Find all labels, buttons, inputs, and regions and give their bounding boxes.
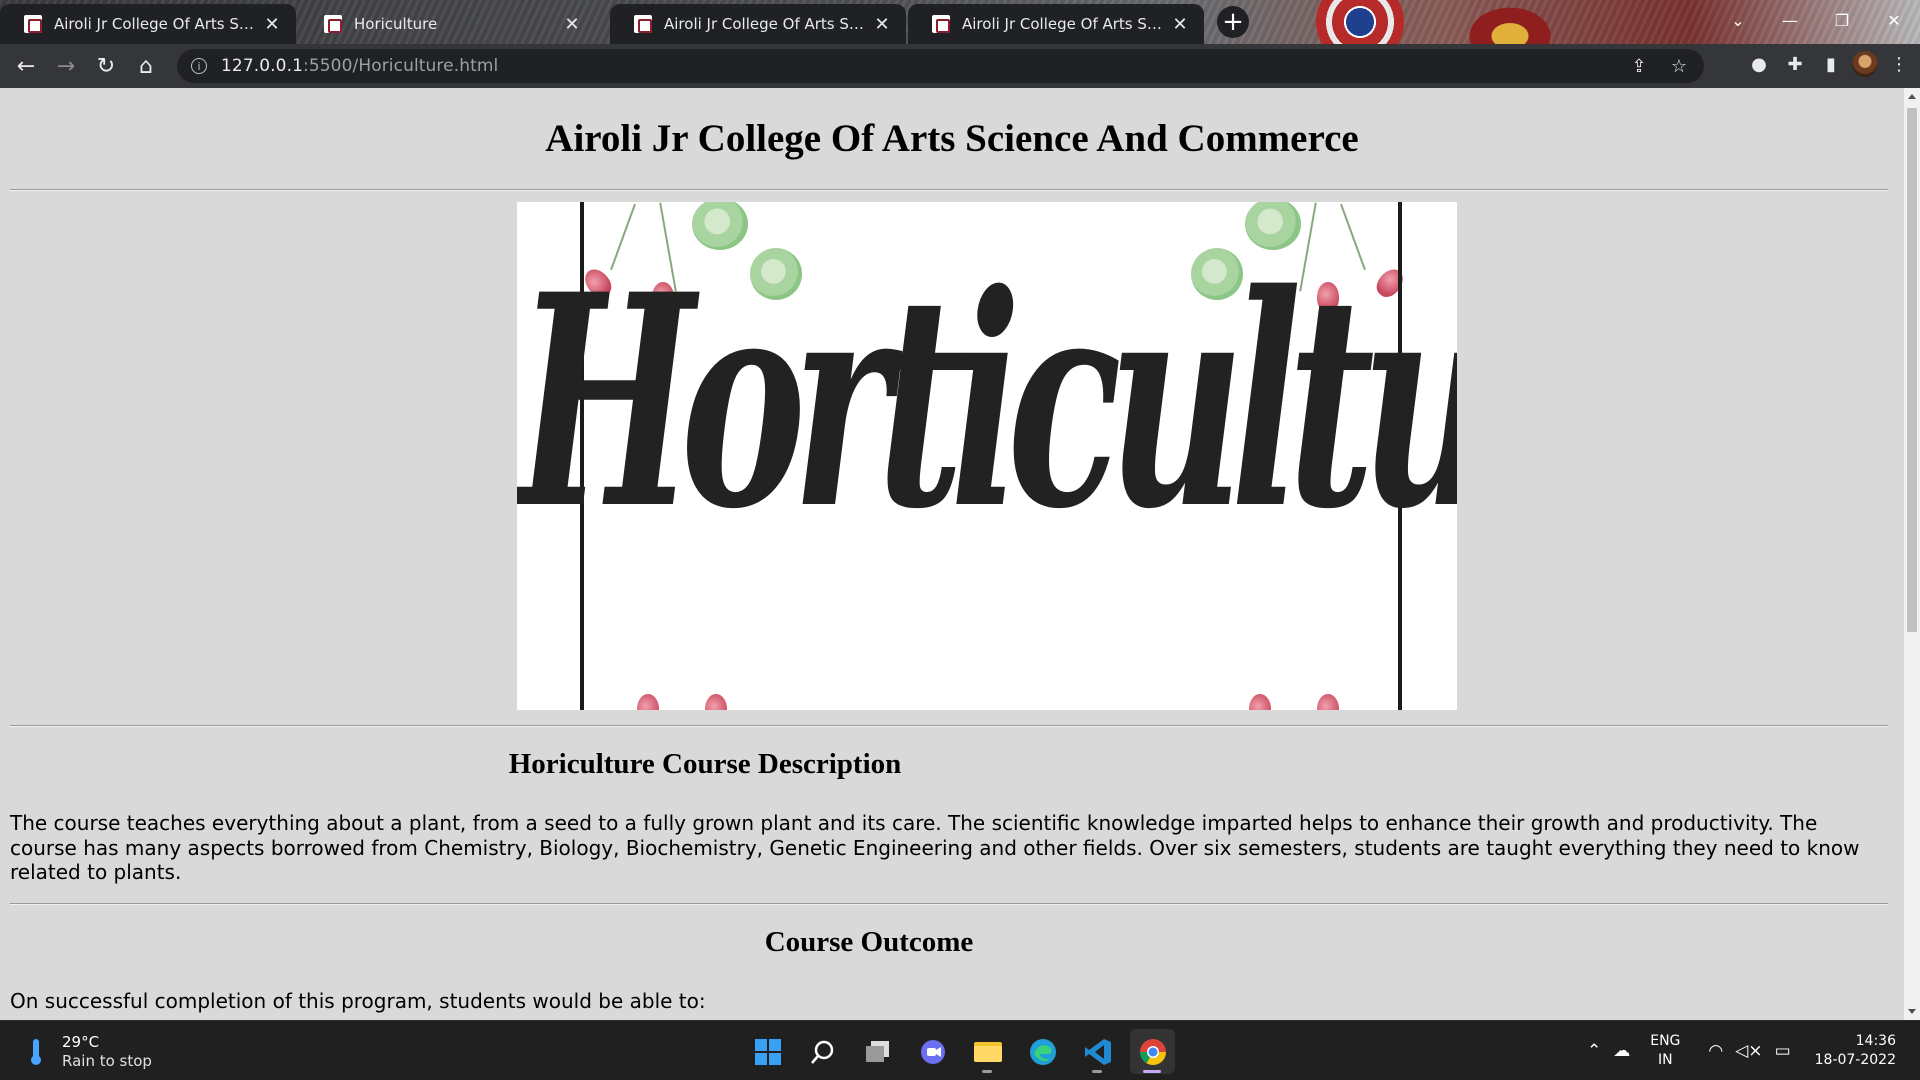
- tab-horiculture[interactable]: Horiculture ✕: [300, 4, 596, 44]
- task-view-icon[interactable]: [855, 1029, 900, 1074]
- browser-toolbar: ← → ↻ ⌂ i 127.0.0.1:5500/Horiculture.htm…: [0, 44, 1920, 88]
- horticulture-banner-image: Horticulture: [517, 202, 1457, 710]
- weather-desc: Rain to stop: [62, 1052, 152, 1070]
- forward-icon[interactable]: →: [46, 46, 86, 86]
- volume-muted-icon[interactable]: ◁×: [1735, 1041, 1762, 1061]
- back-icon[interactable]: ←: [6, 46, 46, 86]
- clock-date: 18-07-2022: [1814, 1052, 1896, 1068]
- running-indicator: [1092, 1070, 1102, 1073]
- college-favicon-icon: [634, 15, 652, 33]
- weather-widget[interactable]: 29°C Rain to stop: [28, 1033, 152, 1071]
- bookmark-star-icon[interactable]: ☆: [1664, 51, 1694, 81]
- window-controls: ⌄ — ❐ ✕: [1712, 0, 1920, 40]
- close-tab-icon[interactable]: ✕: [1170, 14, 1190, 35]
- system-tray: ⌃ ☁ ENG IN ◠ ◁× ▭ 14:36 18-07-2022: [1581, 1021, 1920, 1080]
- onedrive-icon[interactable]: ☁: [1613, 1041, 1630, 1061]
- course-description-text: The course teaches everything about a pl…: [10, 811, 1860, 884]
- course-outcome-heading: Course Outcome: [764, 926, 974, 958]
- tab-college-3[interactable]: Airoli Jr College Of Arts Science And Co…: [908, 4, 1204, 44]
- college-favicon-icon: [324, 15, 342, 33]
- puzzle-icon[interactable]: ✚: [1780, 49, 1810, 79]
- profile-avatar[interactable]: [1852, 51, 1878, 77]
- scroll-down-icon[interactable]: [1908, 1009, 1916, 1014]
- course-description-heading: Horiculture Course Description: [508, 748, 902, 780]
- college-favicon-icon: [24, 15, 42, 33]
- address-bar[interactable]: i 127.0.0.1:5500/Horiculture.html ⇪ ☆: [177, 49, 1704, 83]
- search-icon[interactable]: [800, 1029, 845, 1074]
- divider: [10, 725, 1888, 727]
- running-indicator: [1143, 1070, 1161, 1073]
- url-text[interactable]: 127.0.0.1:5500/Horiculture.html: [221, 56, 498, 76]
- tab-search-icon[interactable]: ⌄: [1712, 0, 1764, 40]
- weather-temp: 29°C: [62, 1033, 100, 1051]
- extension-icon[interactable]: ●: [1744, 49, 1774, 79]
- show-hidden-icons-icon[interactable]: ⌃: [1587, 1041, 1601, 1061]
- clock-time: 14:36: [1855, 1033, 1896, 1049]
- restore-icon[interactable]: ❐: [1816, 0, 1868, 40]
- windows-taskbar: 29°C Rain to stop ⌃ ☁ ENG IN ◠ ◁× ▭ 14:3…: [0, 1020, 1920, 1080]
- url-path: :5500/Horiculture.html: [303, 56, 499, 76]
- tab-college-2[interactable]: Airoli Jr College Of Arts Science And Co…: [610, 4, 906, 44]
- running-indicator: [982, 1070, 992, 1073]
- minimize-icon[interactable]: —: [1764, 0, 1816, 40]
- share-icon[interactable]: ⇪: [1624, 51, 1654, 81]
- college-favicon-icon: [932, 15, 950, 33]
- close-tab-icon[interactable]: ✕: [562, 14, 582, 35]
- language-indicator[interactable]: ENG IN: [1650, 1032, 1680, 1070]
- url-host: 127.0.0.1: [221, 56, 304, 76]
- battery-icon[interactable]: ▭: [1775, 1041, 1791, 1061]
- tab-title: Horiculture: [354, 15, 438, 33]
- berry-decoration: [1249, 694, 1271, 710]
- scrollbar-thumb[interactable]: [1907, 108, 1917, 632]
- menu-icon[interactable]: ⋮: [1884, 49, 1914, 79]
- home-icon[interactable]: ⌂: [126, 46, 166, 86]
- berry-decoration: [1317, 694, 1339, 710]
- side-panel-icon[interactable]: ▮: [1816, 49, 1846, 79]
- clock[interactable]: 14:36 18-07-2022: [1815, 1032, 1896, 1070]
- new-tab-button[interactable]: +: [1217, 6, 1249, 38]
- page-title: Airoli Jr College Of Arts Science And Co…: [545, 117, 1359, 160]
- reload-icon[interactable]: ↻: [86, 46, 126, 86]
- thermometer-icon: [28, 1037, 44, 1067]
- tab-title: Airoli Jr College Of Arts Science And Co…: [962, 15, 1162, 33]
- site-info-icon[interactable]: i: [191, 58, 207, 74]
- wallpaper-decoration: [1305, 0, 1415, 44]
- page-scrollbar[interactable]: [1904, 88, 1920, 1020]
- vscode-icon[interactable]: [1075, 1029, 1120, 1074]
- divider: [10, 189, 1888, 191]
- windows-start-icon[interactable]: [745, 1029, 790, 1074]
- close-window-icon[interactable]: ✕: [1868, 0, 1920, 40]
- berry-decoration: [705, 694, 727, 710]
- berry-decoration: [637, 694, 659, 710]
- lang-code: ENG: [1650, 1033, 1681, 1049]
- tab-strip: Airoli Jr College Of Arts Science And Co…: [0, 0, 1920, 44]
- scroll-up-icon[interactable]: [1908, 94, 1916, 99]
- edge-icon[interactable]: [1020, 1029, 1065, 1074]
- lang-region: IN: [1658, 1052, 1673, 1068]
- wifi-icon[interactable]: ◠: [1708, 1041, 1723, 1061]
- page-viewport: Airoli Jr College Of Arts Science And Co…: [0, 88, 1904, 1020]
- chat-icon[interactable]: [910, 1029, 955, 1074]
- banner-word: Horticulture: [517, 231, 1457, 574]
- close-tab-icon[interactable]: ✕: [262, 14, 282, 35]
- chrome-icon[interactable]: [1130, 1029, 1175, 1074]
- close-tab-icon[interactable]: ✕: [872, 14, 892, 35]
- tab-title: Airoli Jr College Of Arts Science And Co…: [664, 15, 864, 33]
- file-explorer-icon[interactable]: [965, 1029, 1010, 1074]
- tab-title: Airoli Jr College Of Arts Science And Co…: [54, 15, 254, 33]
- divider: [10, 903, 1888, 905]
- course-outcome-text: On successful completion of this program…: [10, 989, 706, 1013]
- taskbar-apps: [745, 1029, 1175, 1074]
- wallpaper-decoration: [1450, 0, 1570, 44]
- tab-college-1[interactable]: Airoli Jr College Of Arts Science And Co…: [0, 4, 296, 44]
